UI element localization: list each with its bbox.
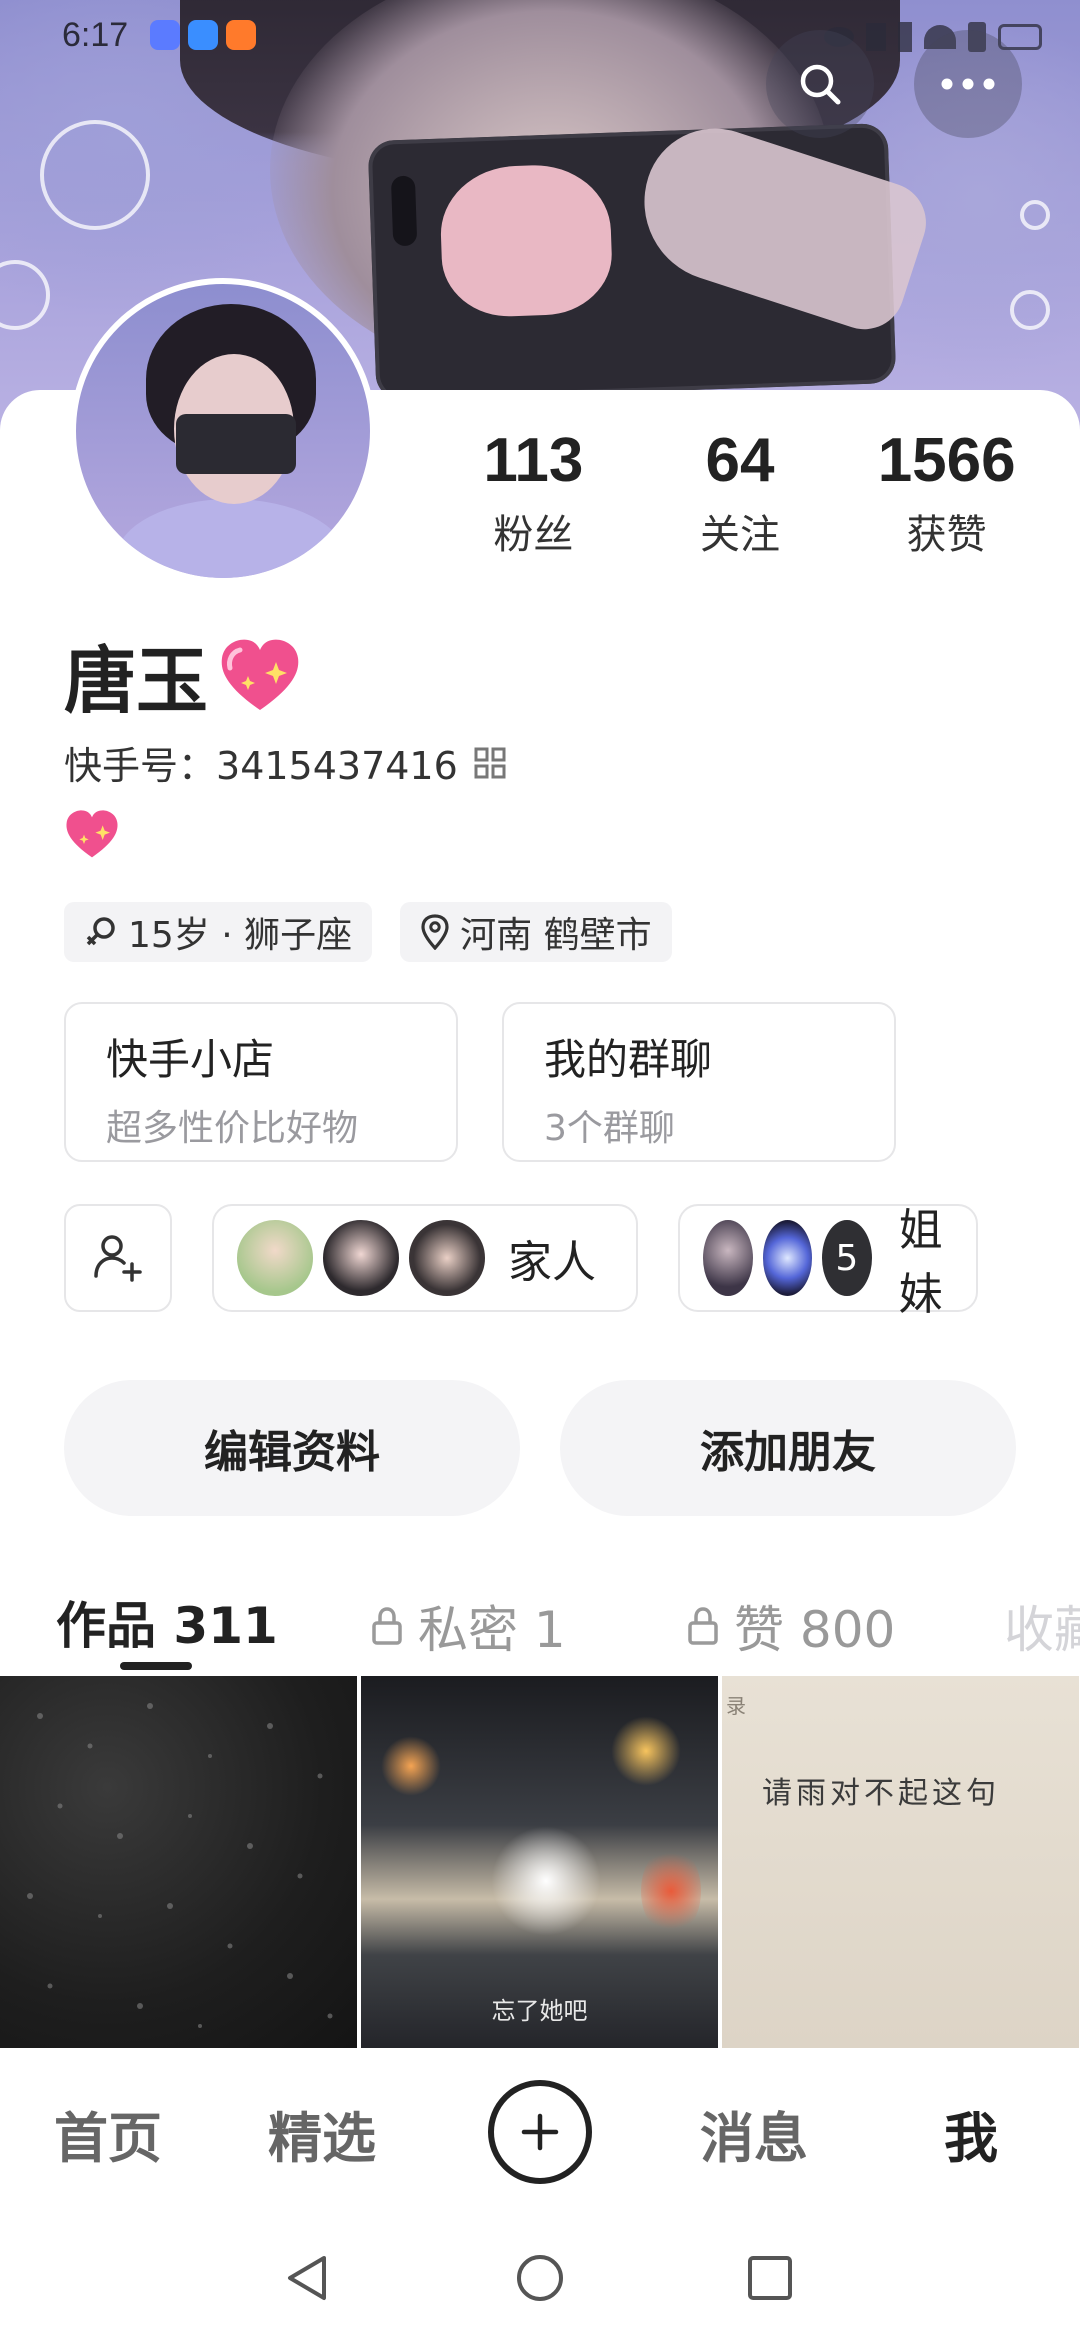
group-chat-card-title: 我的群聊 (544, 1035, 713, 1084)
back-icon[interactable] (282, 2252, 334, 2304)
bottom-nav: 首页 精选 消息 我 (0, 2048, 1080, 2216)
profile-name: 唐玉 (64, 639, 209, 723)
stat-label: 获赞 (906, 512, 987, 558)
female-icon (86, 917, 115, 946)
content-tabs: 作品 311 私密 1 赞 800 收藏 (0, 1570, 1080, 1678)
search-button[interactable] (766, 30, 874, 138)
create-button[interactable] (488, 2080, 592, 2184)
member-avatar (700, 1217, 756, 1299)
sparkle-heart-icon (221, 639, 299, 710)
location-text: 河南 鹤壁市 (460, 915, 652, 956)
shop-card[interactable]: 快手小店 超多性价比好物 (64, 1002, 458, 1162)
nav-featured[interactable]: 精选 (268, 2094, 376, 2173)
nav-messages[interactable]: 消息 (700, 2094, 808, 2173)
group-more-count: 5 (819, 1217, 875, 1299)
profile-stats: 113 粉丝 64 关注 1566 获赞 (430, 430, 1050, 560)
tab-active-indicator (120, 1662, 192, 1670)
plus-icon (521, 2113, 559, 2151)
member-avatar (234, 1217, 316, 1299)
age-zodiac-tag: 15岁 · 狮子座 (64, 902, 373, 962)
raindrops-image (27, 1703, 333, 2028)
sparkle-circle (1010, 290, 1050, 330)
sparkle-circle (0, 260, 50, 330)
nav-home[interactable]: 首页 (54, 2094, 162, 2173)
group-list: 家人 5 姐妹 (64, 1204, 978, 1320)
shop-card-subtitle: 超多性价比好物 (106, 1108, 359, 1149)
stat-value: 1566 (877, 426, 1016, 495)
nav-me[interactable]: 我 (944, 2094, 998, 2173)
music-app-icon (150, 20, 180, 50)
avatar[interactable] (70, 278, 376, 584)
add-friend-button[interactable]: 添加朋友 (560, 1380, 1016, 1516)
group-name: 家人 (508, 1237, 596, 1288)
more-options-button[interactable] (914, 30, 1022, 138)
group-chip-family[interactable]: 家人 (212, 1204, 638, 1312)
profile-tags: 15岁 · 狮子座 河南 鹤壁市 (64, 902, 672, 962)
add-person-button[interactable] (64, 1204, 172, 1312)
stat-value: 113 (483, 426, 584, 495)
member-avatar (406, 1217, 488, 1299)
bio-heart-icon (66, 810, 118, 858)
vibrate-icon (866, 23, 886, 51)
profile-actions: 编辑资料 添加朋友 (64, 1380, 1016, 1516)
age-zodiac-text: 15岁 · 狮子座 (128, 915, 353, 956)
video-corner-label: 录 (726, 1694, 746, 1718)
tab-favorites[interactable]: 收藏 (1004, 1590, 1080, 1662)
edit-profile-button[interactable]: 编辑资料 (64, 1380, 520, 1516)
add-person-icon (94, 1235, 142, 1282)
works-grid: 忘了她吧 录 请雨对不起这句 (0, 1676, 1080, 2048)
tab-private[interactable]: 私密 1 (370, 1590, 566, 1662)
name-row: 唐玉 (64, 622, 302, 727)
recents-icon[interactable] (744, 2252, 796, 2304)
video-thumbnail[interactable] (0, 1676, 357, 2048)
member-avatar (320, 1217, 402, 1299)
stat-value: 64 (705, 426, 775, 495)
location-pin-icon (421, 914, 449, 950)
search-icon (800, 64, 841, 105)
video-caption: 忘了她吧 (491, 1997, 588, 2025)
browser-app-icon (188, 20, 218, 50)
video-handwritten-text: 请雨对不起这句 (762, 1776, 1000, 1811)
status-app-icons (150, 20, 256, 50)
lock-icon (688, 1607, 718, 1645)
sparkle-circle (40, 120, 150, 230)
tab-label: 收藏 (1004, 1601, 1080, 1659)
home-icon[interactable] (514, 2252, 566, 2304)
tab-works[interactable]: 作品 311 (56, 1586, 278, 1658)
video-thumbnail[interactable]: 忘了她吧 (361, 1676, 718, 2048)
location-tag: 河南 鹤壁市 (400, 902, 672, 962)
stat-label: 粉丝 (493, 512, 574, 558)
stat-followers[interactable]: 113 粉丝 (430, 430, 637, 560)
qr-code-icon[interactable] (474, 747, 506, 779)
feature-cards: 快手小店 超多性价比好物 我的群聊 3个群聊 (64, 1002, 896, 1162)
sparkle-circle (1020, 200, 1050, 230)
tab-label: 私密 1 (418, 1601, 566, 1659)
status-time: 6:17 (62, 16, 129, 54)
group-chip-sisters[interactable]: 5 姐妹 (678, 1204, 978, 1320)
bluetooth-icon (898, 22, 912, 52)
group-chat-card[interactable]: 我的群聊 3个群聊 (502, 1002, 896, 1162)
stat-following[interactable]: 64 关注 (637, 430, 844, 560)
user-id-text: 快手号：3415437416 (64, 744, 458, 788)
user-id[interactable]: 快手号：3415437416 (64, 735, 506, 790)
tab-likes[interactable]: 赞 800 (686, 1590, 895, 1662)
tab-label: 作品 311 (56, 1597, 278, 1655)
group-name: 姐妹 (898, 1205, 943, 1320)
video-thumbnail[interactable]: 录 请雨对不起这句 (722, 1676, 1079, 2048)
group-chat-card-subtitle: 3个群聊 (544, 1108, 675, 1149)
member-avatar (759, 1217, 816, 1299)
lock-icon (372, 1607, 402, 1645)
stat-likes[interactable]: 1566 获赞 (843, 430, 1050, 560)
system-navigation-bar (0, 2216, 1080, 2340)
stat-label: 关注 (700, 512, 780, 558)
more-dots-icon (941, 78, 995, 90)
shop-card-title: 快手小店 (106, 1035, 275, 1084)
tab-label: 赞 800 (734, 1601, 896, 1659)
video-app-icon (226, 20, 256, 50)
